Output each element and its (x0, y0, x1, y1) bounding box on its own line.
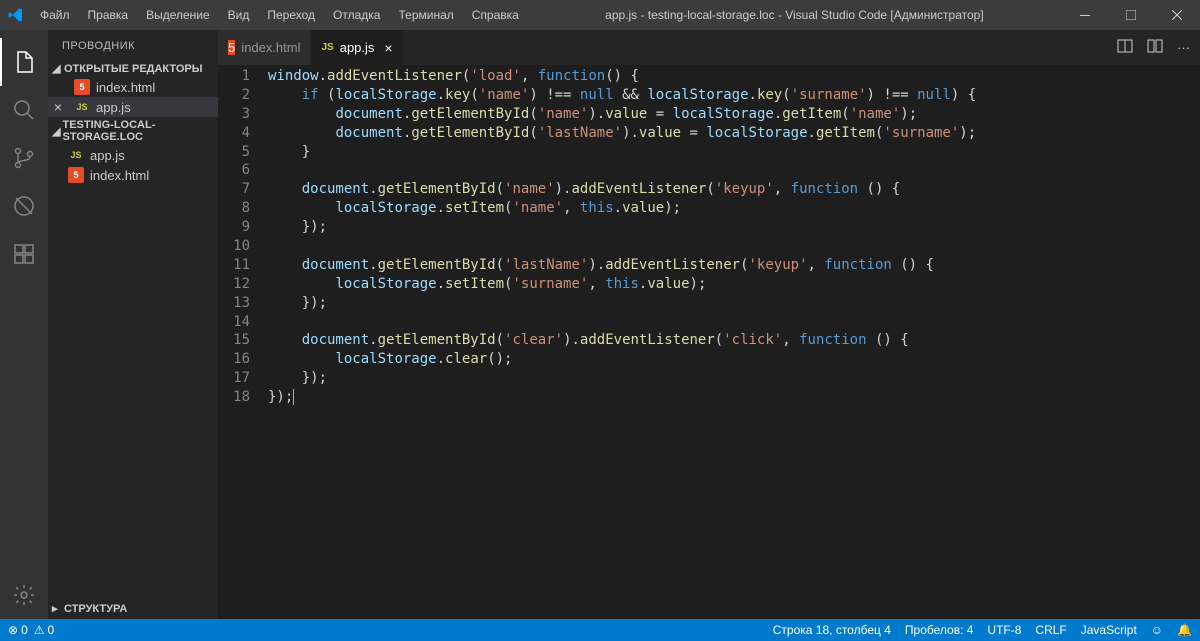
status-feedback-icon[interactable]: ☺ (1151, 623, 1163, 637)
status-errors[interactable]: ⊗ 0 (8, 623, 28, 637)
open-editor-app-js[interactable]: × JS app.js (48, 97, 218, 117)
js-icon: JS (321, 42, 333, 53)
titlebar: Файл Правка Выделение Вид Переход Отладк… (0, 0, 1200, 30)
status-line-col[interactable]: Строка 18, столбец 4 (773, 623, 891, 637)
file-app-js[interactable]: JS app.js (48, 145, 218, 165)
html5-icon: 5 (228, 40, 235, 55)
menu-selection[interactable]: Выделение (138, 4, 218, 26)
explorer-icon[interactable] (0, 38, 48, 86)
js-icon: JS (68, 147, 84, 163)
menu-bar: Файл Правка Выделение Вид Переход Отладк… (32, 4, 527, 26)
activity-bar (0, 30, 48, 619)
file-label: app.js (90, 148, 125, 163)
menu-edit[interactable]: Правка (80, 4, 137, 26)
tab-label: index.html (241, 40, 300, 55)
split-layout-icon[interactable] (1147, 38, 1163, 57)
vscode-logo-icon (8, 7, 24, 23)
menu-terminal[interactable]: Терминал (390, 4, 461, 26)
open-editors-section[interactable]: ◢ОТКРЫТЫЕ РЕДАКТОРЫ (48, 60, 218, 77)
tab-label: app.js (340, 40, 375, 55)
menu-debug[interactable]: Отладка (325, 4, 388, 26)
status-bell-icon[interactable]: 🔔 (1177, 623, 1192, 637)
status-language[interactable]: JavaScript (1081, 623, 1137, 637)
window-title: app.js - testing-local-storage.loc - Vis… (527, 8, 1062, 22)
tab-bar: 5 index.html JS app.js × ··· (218, 30, 1200, 65)
status-warnings[interactable]: ⚠ 0 (34, 623, 54, 637)
maximize-button[interactable] (1108, 0, 1154, 30)
tab-app-js[interactable]: JS app.js × (311, 30, 403, 65)
line-numbers: 123456789101112131415161718 (218, 65, 268, 619)
html5-icon: 5 (74, 79, 90, 95)
outline-section[interactable]: ▸СТРУКТУРА (48, 598, 218, 619)
status-encoding[interactable]: UTF-8 (987, 623, 1021, 637)
close-icon[interactable]: × (384, 40, 392, 56)
source-control-icon[interactable] (0, 134, 48, 182)
extensions-icon[interactable] (0, 230, 48, 278)
search-icon[interactable] (0, 86, 48, 134)
menu-view[interactable]: Вид (220, 4, 258, 26)
sidebar: ПРОВОДНИК ◢ОТКРЫТЫЕ РЕДАКТОРЫ 5 index.ht… (48, 30, 218, 619)
split-editor-icon[interactable] (1117, 38, 1133, 57)
code-editor[interactable]: 123456789101112131415161718 window.addEv… (218, 65, 1200, 619)
close-icon[interactable]: × (50, 99, 66, 115)
sidebar-title: ПРОВОДНИК (48, 30, 218, 60)
open-editor-index-html[interactable]: 5 index.html (48, 77, 218, 97)
tab-index-html[interactable]: 5 index.html (218, 30, 311, 65)
menu-file[interactable]: Файл (32, 4, 78, 26)
status-eol[interactable]: CRLF (1035, 623, 1066, 637)
close-button[interactable] (1154, 0, 1200, 30)
debug-icon[interactable] (0, 182, 48, 230)
file-label: index.html (96, 80, 155, 95)
menu-go[interactable]: Переход (259, 4, 323, 26)
file-label: app.js (96, 100, 131, 115)
code-content[interactable]: window.addEventListener('load', function… (268, 65, 1200, 619)
file-label: index.html (90, 168, 149, 183)
workspace-section[interactable]: ◢TESTING-LOCAL-STORAGE.LOC (48, 117, 218, 145)
js-icon: JS (74, 99, 90, 115)
more-actions-icon[interactable]: ··· (1177, 40, 1190, 55)
minimize-button[interactable] (1062, 0, 1108, 30)
editor-area: 5 index.html JS app.js × ··· 12345678910… (218, 30, 1200, 619)
file-index-html[interactable]: 5 index.html (48, 165, 218, 185)
status-spaces[interactable]: Пробелов: 4 (905, 623, 974, 637)
html5-icon: 5 (68, 167, 84, 183)
status-bar: ⊗ 0 ⚠ 0 Строка 18, столбец 4 Пробелов: 4… (0, 619, 1200, 641)
settings-gear-icon[interactable] (0, 571, 48, 619)
menu-help[interactable]: Справка (464, 4, 527, 26)
